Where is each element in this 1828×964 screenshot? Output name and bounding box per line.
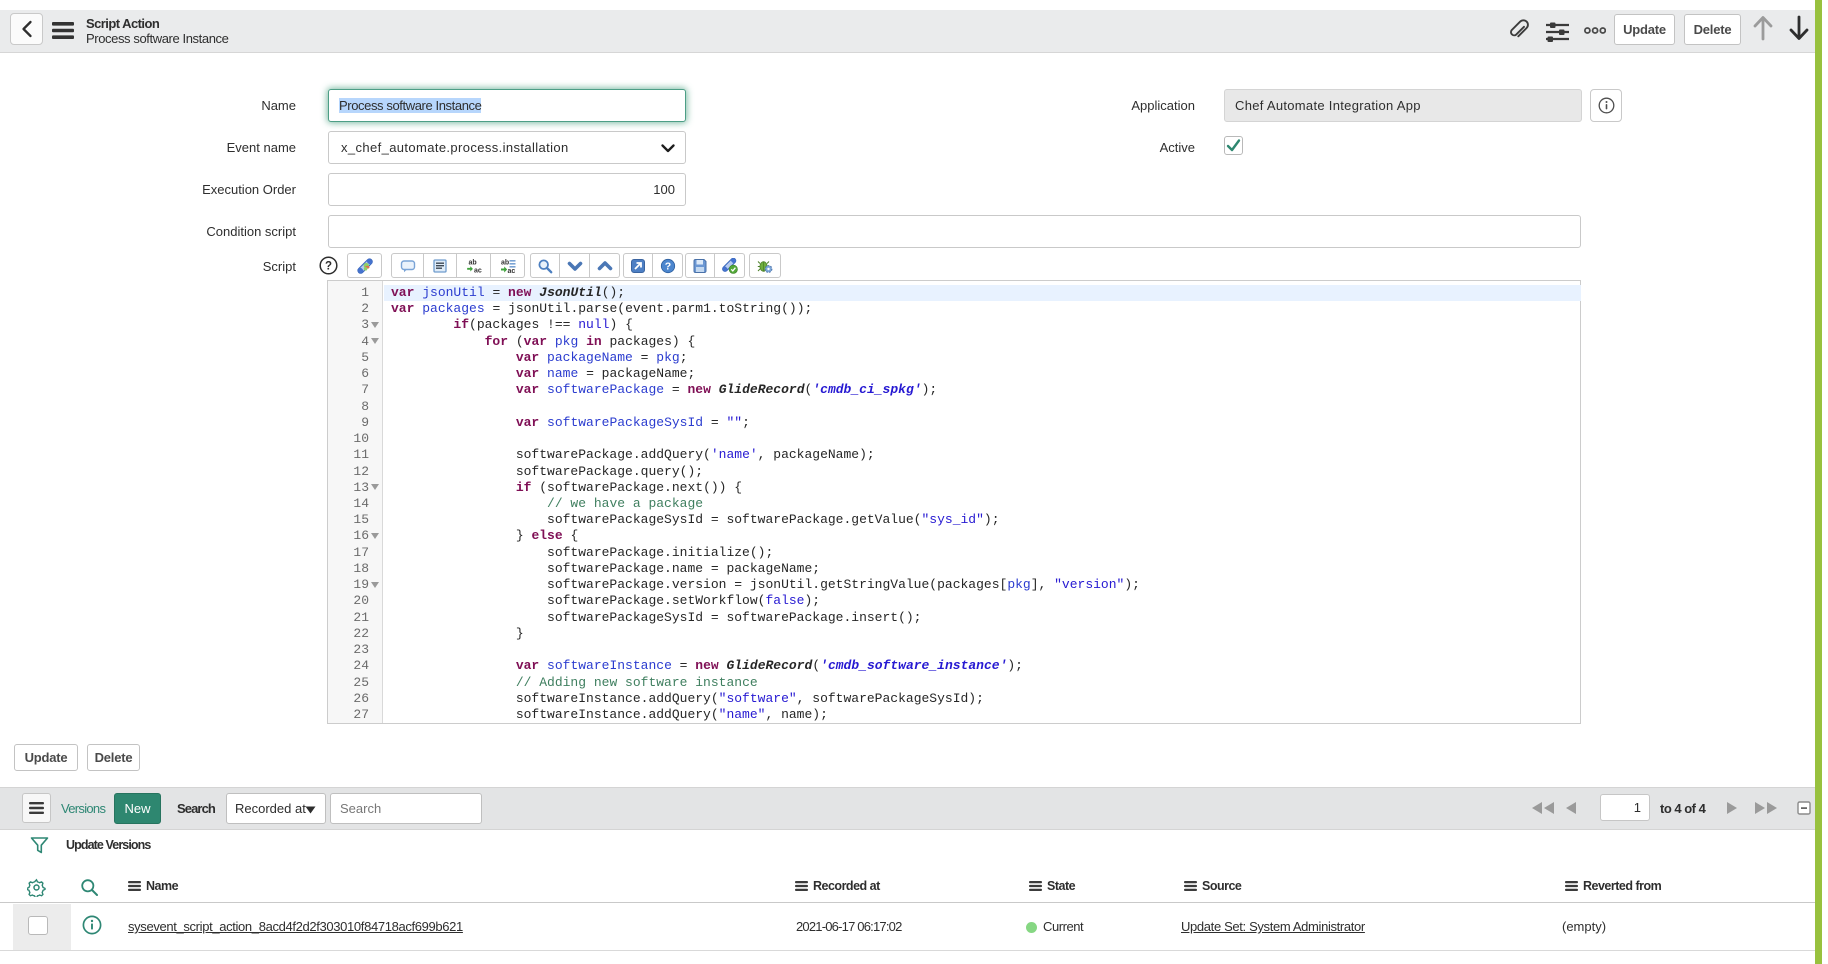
svg-text:ab: ab bbox=[468, 259, 476, 266]
svg-text:?: ? bbox=[664, 260, 670, 272]
svg-text:?: ? bbox=[325, 261, 332, 273]
svg-text:ac: ac bbox=[507, 268, 515, 274]
svg-text:ac: ac bbox=[474, 267, 482, 274]
svg-text:ab: ab bbox=[501, 259, 509, 266]
